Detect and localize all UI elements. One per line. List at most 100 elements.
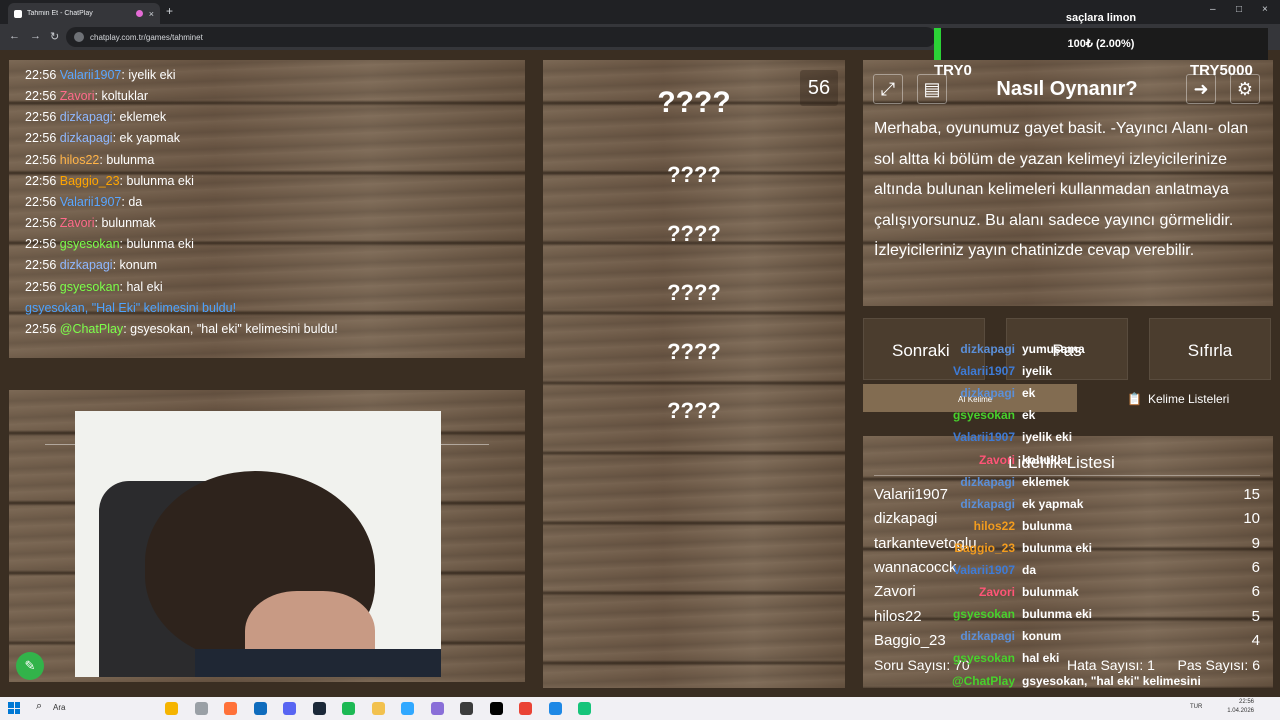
system-message: gsyesokan, "Hal Eki" kelimesini buldu! [25, 301, 237, 315]
chat-user[interactable]: gsyesokan [60, 237, 120, 251]
chat-text: : eklemek [112, 110, 167, 124]
url-input[interactable]: chatplay.com.tr/games/tahminet [66, 27, 936, 47]
chat-time: 22:56 [25, 258, 57, 272]
back-icon[interactable]: ← [9, 30, 20, 42]
url-text: chatplay.com.tr/games/tahminet [90, 32, 203, 42]
overlay-chat-text: hal eki [1022, 651, 1060, 666]
chrome-icon[interactable] [519, 702, 532, 715]
overlay-chat-text: bulunma [1022, 518, 1072, 533]
chat-user[interactable]: hilos22 [60, 153, 100, 167]
chat-time: 22:56 [25, 174, 57, 188]
site-info-icon[interactable] [74, 32, 84, 42]
leaderboard-score: 15 [1243, 486, 1260, 503]
forward-icon[interactable]: → [30, 30, 41, 42]
chat-user[interactable]: dizkapagi [60, 110, 113, 124]
chat-message: 22:56 Zavori: bulunmak [25, 216, 156, 230]
tab-close-icon[interactable]: × [149, 9, 154, 19]
chat-text: : bulunma [99, 153, 155, 167]
tab-audio-icon[interactable] [135, 10, 143, 17]
donation-progress-bar: 100₺ (2.00%) [934, 28, 1268, 60]
forbidden-word-5: ???? [667, 398, 721, 423]
overlay-chat-text: yumuşama [1022, 342, 1085, 356]
photoshop-icon[interactable] [401, 702, 414, 715]
overlay-chat-user: Zavori [978, 452, 1015, 467]
favicon-icon [14, 9, 22, 18]
chat-user[interactable]: Zavori [60, 216, 95, 230]
chat-time: 22:56 [25, 216, 57, 230]
chat-message: 22:56 @ChatPlay: gsyesokan, "hal eki" ke… [25, 322, 338, 336]
browser-tab[interactable]: Tahmin Et - ChatPlay × [8, 3, 160, 24]
chat-time: 22:56 [25, 195, 57, 209]
reload-icon[interactable]: ↻ [50, 30, 59, 43]
overlay-chat-user: dizkapagi [960, 629, 1015, 644]
discord-icon[interactable] [283, 702, 296, 715]
clock-date: 1.04.2026 [1227, 708, 1254, 714]
store-icon[interactable] [253, 702, 267, 715]
donation-overlay: saçlara limon 100₺ (2.00%) [934, 8, 1268, 60]
leaderboard-score: 9 [1251, 534, 1260, 552]
chat-message: 22:56 Valarii1907: iyelik eki [25, 68, 176, 82]
overlay-chat-user: gsyesokan [952, 651, 1015, 666]
chat-user[interactable]: Valarii1907 [60, 195, 122, 209]
overlay-chat-text: ek [1022, 408, 1036, 423]
folder-icon[interactable] [371, 702, 385, 715]
chat-text: : bulunma eki [119, 174, 194, 188]
windows-start-icon[interactable] [8, 702, 20, 714]
forbidden-word-3: ???? [667, 280, 721, 305]
taskbar: ⌕ Ara TUR 22:56 1.04.2026 [0, 697, 1280, 720]
chat-user[interactable]: Valarii1907 [60, 68, 122, 82]
taskbar-search[interactable]: Ara [53, 703, 65, 712]
error-count: Hata Sayısı: 1 [1067, 657, 1155, 673]
search-icon[interactable]: ⌕ [36, 700, 42, 713]
chat-time: 22:56 [25, 110, 57, 124]
overlay-chat-user: @ChatPlay [951, 673, 1015, 688]
overlay-chat-user: dizkapagi [960, 474, 1015, 489]
forbidden-word-2: ???? [667, 221, 721, 246]
fullscreen-icon[interactable]: ⤢ [873, 74, 903, 104]
chat-user[interactable]: Baggio_23 [60, 174, 120, 188]
task-view-icon[interactable] [194, 702, 208, 715]
spotify-icon[interactable] [342, 702, 355, 715]
overlay-chat-text: da [1022, 563, 1037, 577]
chat-message: 22:56 hilos22: bulunma [25, 153, 154, 167]
overlay-chat-text: ek [1022, 386, 1036, 401]
overlay-chat-text: konum [1022, 629, 1062, 644]
overlay-chat-user: dizkapagi [960, 386, 1015, 401]
chat-user[interactable]: dizkapagi [60, 131, 113, 145]
minecraft-icon[interactable] [460, 702, 473, 715]
steam-icon[interactable] [312, 702, 326, 715]
pass-count: Pas Sayısı: 6 [1177, 657, 1260, 673]
word-lists-label: Kelime Listeleri [1147, 392, 1230, 406]
app-icon[interactable] [430, 702, 444, 715]
chat-user[interactable]: @ChatPlay [60, 322, 123, 336]
overlay-chat-user: dizkapagi [960, 496, 1015, 511]
chat-user[interactable]: dizkapagi [60, 258, 113, 272]
chat-user[interactable]: Zavori [60, 89, 95, 103]
chat-user[interactable]: gsyesokan [60, 280, 120, 294]
overlay-chat-text: eklemek [1022, 474, 1070, 489]
intellij-icon[interactable] [489, 702, 503, 715]
input-language[interactable]: TUR [1190, 704, 1202, 710]
overlay-chat-user: Valarii1907 [952, 364, 1015, 379]
app-blue-icon[interactable] [548, 702, 562, 715]
firefox-icon[interactable] [224, 702, 237, 715]
overlay-chat-text: bulunmak [1022, 585, 1079, 600]
app-green-icon[interactable] [578, 702, 591, 715]
ai-sparkle-icon[interactable] [165, 702, 178, 715]
tab-title: Tahmin Et - ChatPlay [27, 10, 93, 17]
chat-text: : koltuklar [94, 89, 149, 103]
chat-text: : bulunma eki [119, 237, 194, 251]
pen-icon[interactable]: ✎ [16, 652, 44, 680]
overlay-chat-user: dizkapagi [960, 342, 1015, 356]
streamer-panel [9, 390, 525, 682]
clock[interactable]: 22:56 1.04.2026 [1214, 698, 1254, 716]
overlay-chat-text: iyelik eki [1022, 430, 1073, 445]
new-tab-button[interactable]: + [166, 4, 173, 18]
forbidden-word-1: ???? [667, 162, 721, 187]
reset-button[interactable]: Sıfırla [1149, 318, 1271, 380]
chat-message: 22:56 Baggio_23: bulunma eki [25, 174, 194, 188]
overlay-chat-user: Valarii1907 [952, 563, 1015, 577]
chat-text: : konum [112, 258, 158, 272]
word-lists-button[interactable]: 📋 Kelime Listeleri [1127, 392, 1229, 406]
how-to-play-text: Merhaba, oyunumuz gayet basit. -Yayıncı … [874, 120, 1249, 259]
